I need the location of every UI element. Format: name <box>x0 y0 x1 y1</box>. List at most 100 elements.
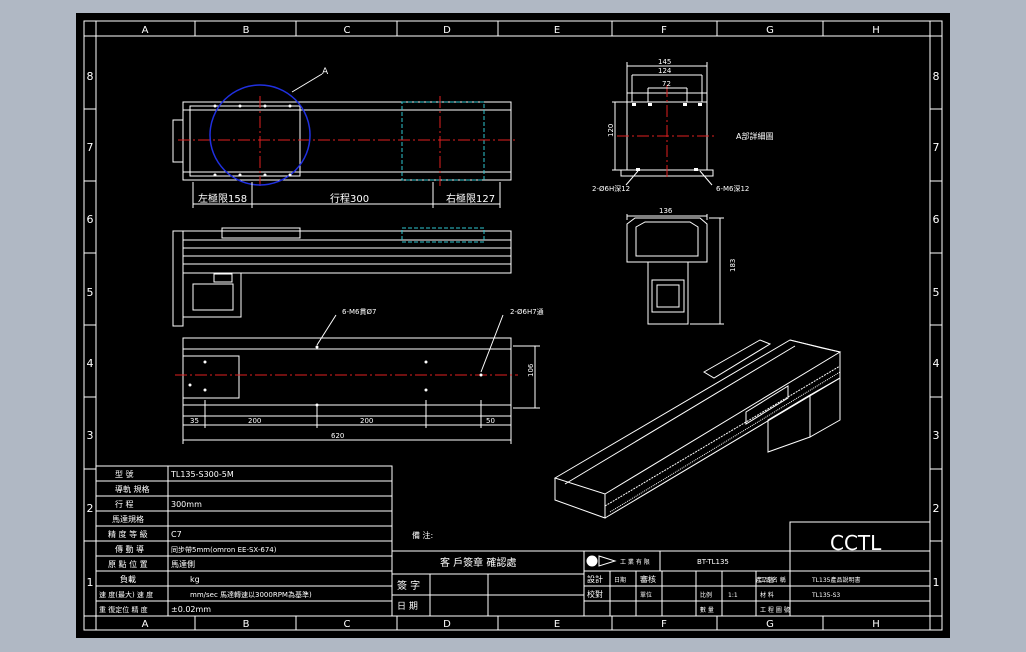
spec-label: 原 點 位 置 <box>108 559 148 569</box>
date-label: 日 期 <box>397 601 418 612</box>
spec-label: 型 號 <box>115 469 134 479</box>
spec-value: kg <box>190 575 200 584</box>
spec-label: 負載 <box>120 574 136 584</box>
spec-label: 馬達規格 <box>112 514 144 524</box>
company-name: 工 業 有 限 <box>620 558 650 566</box>
title-cell: 材 料 <box>760 591 774 599</box>
row-label: 8 <box>87 70 94 83</box>
hole-note-left: 2-Ø6H深12 <box>592 184 630 193</box>
product-name: TL135產品說明書 <box>811 576 860 584</box>
row-label: 1 <box>933 576 940 589</box>
row-label: 3 <box>87 429 94 442</box>
spec-value: mm/sec 馬達轉速以3000RPM為基準) <box>190 590 312 599</box>
row-label: 5 <box>933 286 940 299</box>
spec-value: C7 <box>171 530 182 539</box>
title-cell: 產 品 名 稱 <box>756 576 786 584</box>
spec-table: 型 號 TL135-S300-5M 導軌 規格 行 程 300mm 馬達規格 精… <box>95 465 393 617</box>
right-limit-label: 右極限127 <box>446 192 495 205</box>
title-cell: 校對 <box>587 589 603 599</box>
col-label: A <box>142 25 149 36</box>
motor-width: 136 <box>659 207 673 215</box>
top-view: A 左極限158 行程300 右極限127 <box>172 67 516 208</box>
total-length-dim: 620 <box>331 432 344 440</box>
row-label: 6 <box>87 213 94 226</box>
row-label: 2 <box>87 502 94 515</box>
row-label: 6 <box>933 213 940 226</box>
row-label: 1 <box>87 576 94 589</box>
col-label: H <box>872 619 880 630</box>
col-label: D <box>443 25 451 36</box>
col-label: G <box>766 25 774 36</box>
left-limit-label: 左極限158 <box>198 192 247 205</box>
title-cell: 單位 <box>640 591 652 599</box>
col-label: E <box>554 619 560 630</box>
isometric-view <box>553 339 842 519</box>
row-label: 7 <box>87 141 94 154</box>
spacing-dim: 200 <box>360 417 373 425</box>
motor-height: 183 <box>729 259 737 272</box>
title-cell: 1:1 <box>728 592 738 599</box>
title-cell: 數 量 <box>700 606 714 614</box>
sign-label: 簽 字 <box>397 579 420 592</box>
col-label: D <box>443 619 451 630</box>
spacing-dim: 50 <box>486 417 495 425</box>
hole-note-right: 2-Ø6H7通 <box>510 307 544 316</box>
row-label: 8 <box>933 70 940 83</box>
spec-value: 馬達側 <box>171 559 195 569</box>
spec-label: 速 度(最大) 速 度 <box>99 590 153 599</box>
col-label: G <box>766 619 774 630</box>
customer-confirm-label: 客 戶簽章 確認處 <box>440 556 516 569</box>
col-label: B <box>243 619 250 630</box>
logo-text: CCTL <box>830 531 882 555</box>
col-label: C <box>344 619 351 630</box>
outer-border <box>83 20 943 631</box>
end-view: 145 124 72 120 A部詳細圖 2-Ø6H深12 6-M6深12 <box>592 58 773 193</box>
title-block: 工 業 有 限 BT-TL135 CCTL 設計 日期 審核 比例 校對 1:1… <box>583 521 931 617</box>
col-label: E <box>554 25 560 36</box>
end-width-124: 124 <box>658 67 672 75</box>
cad-drawing: A B C D E F G H A B C D E F G H 8 7 6 5 … <box>83 20 943 631</box>
detail-label: A部詳細圖 <box>736 131 773 141</box>
drawing-number: BT-TL135 <box>697 558 729 566</box>
logo-icon <box>586 555 598 567</box>
end-height: 120 <box>607 124 615 137</box>
bottom-height-dim: 106 <box>527 363 535 377</box>
logo-arrow-icon <box>598 555 617 567</box>
spec-value: 300mm <box>171 500 202 509</box>
row-label: 4 <box>933 357 940 370</box>
bottom-view: 6-M6貫Ø7 2-Ø6H7通 106 35 200 200 50 620 <box>175 307 544 444</box>
spec-label: 行 程 <box>115 499 134 509</box>
spec-label: 重 復定位 精 度 <box>99 605 148 614</box>
col-label: B <box>243 25 250 36</box>
spec-value: ±0.02mm <box>171 605 211 614</box>
row-label: 7 <box>933 141 940 154</box>
title-cell: 比例 <box>700 591 712 599</box>
spec-label: 精 度 等 級 <box>108 529 148 539</box>
spec-value: TL135-S300-5M <box>170 470 234 479</box>
drawing-sheet: A B C D E F G H A B C D E F G H 8 7 6 5 … <box>76 13 950 638</box>
end-width-145: 145 <box>658 58 671 66</box>
detail-callout: A <box>322 67 329 77</box>
spacing-dim: 200 <box>248 417 261 425</box>
customer-confirm-block: 客 戶簽章 確認處 簽 字 日 期 <box>391 550 585 617</box>
title-cell: 工 程 圖 號 <box>760 606 790 614</box>
inner-border <box>95 35 931 617</box>
spec-label: 導軌 規格 <box>115 484 150 494</box>
hole-note-left: 6-M6貫Ø7 <box>342 308 376 316</box>
row-label: 5 <box>87 286 94 299</box>
title-cell: 審核 <box>640 574 656 584</box>
row-label: 4 <box>87 357 94 370</box>
col-label: C <box>344 25 351 36</box>
title-cell: 設計 <box>587 574 603 584</box>
col-label: H <box>872 25 880 36</box>
drawing-code: TL135-S3 <box>811 592 840 599</box>
hole-note-right: 6-M6深12 <box>716 184 749 193</box>
row-label: 3 <box>933 429 940 442</box>
col-label: F <box>661 619 667 630</box>
title-cell: 日期 <box>614 576 626 584</box>
spec-value: 同步帶5mm(omron EE-SX-674) <box>171 546 277 554</box>
row-label: 2 <box>933 502 940 515</box>
col-label: A <box>142 619 149 630</box>
stroke-label: 行程300 <box>330 192 369 205</box>
notes-label: 備 注: <box>412 530 433 540</box>
